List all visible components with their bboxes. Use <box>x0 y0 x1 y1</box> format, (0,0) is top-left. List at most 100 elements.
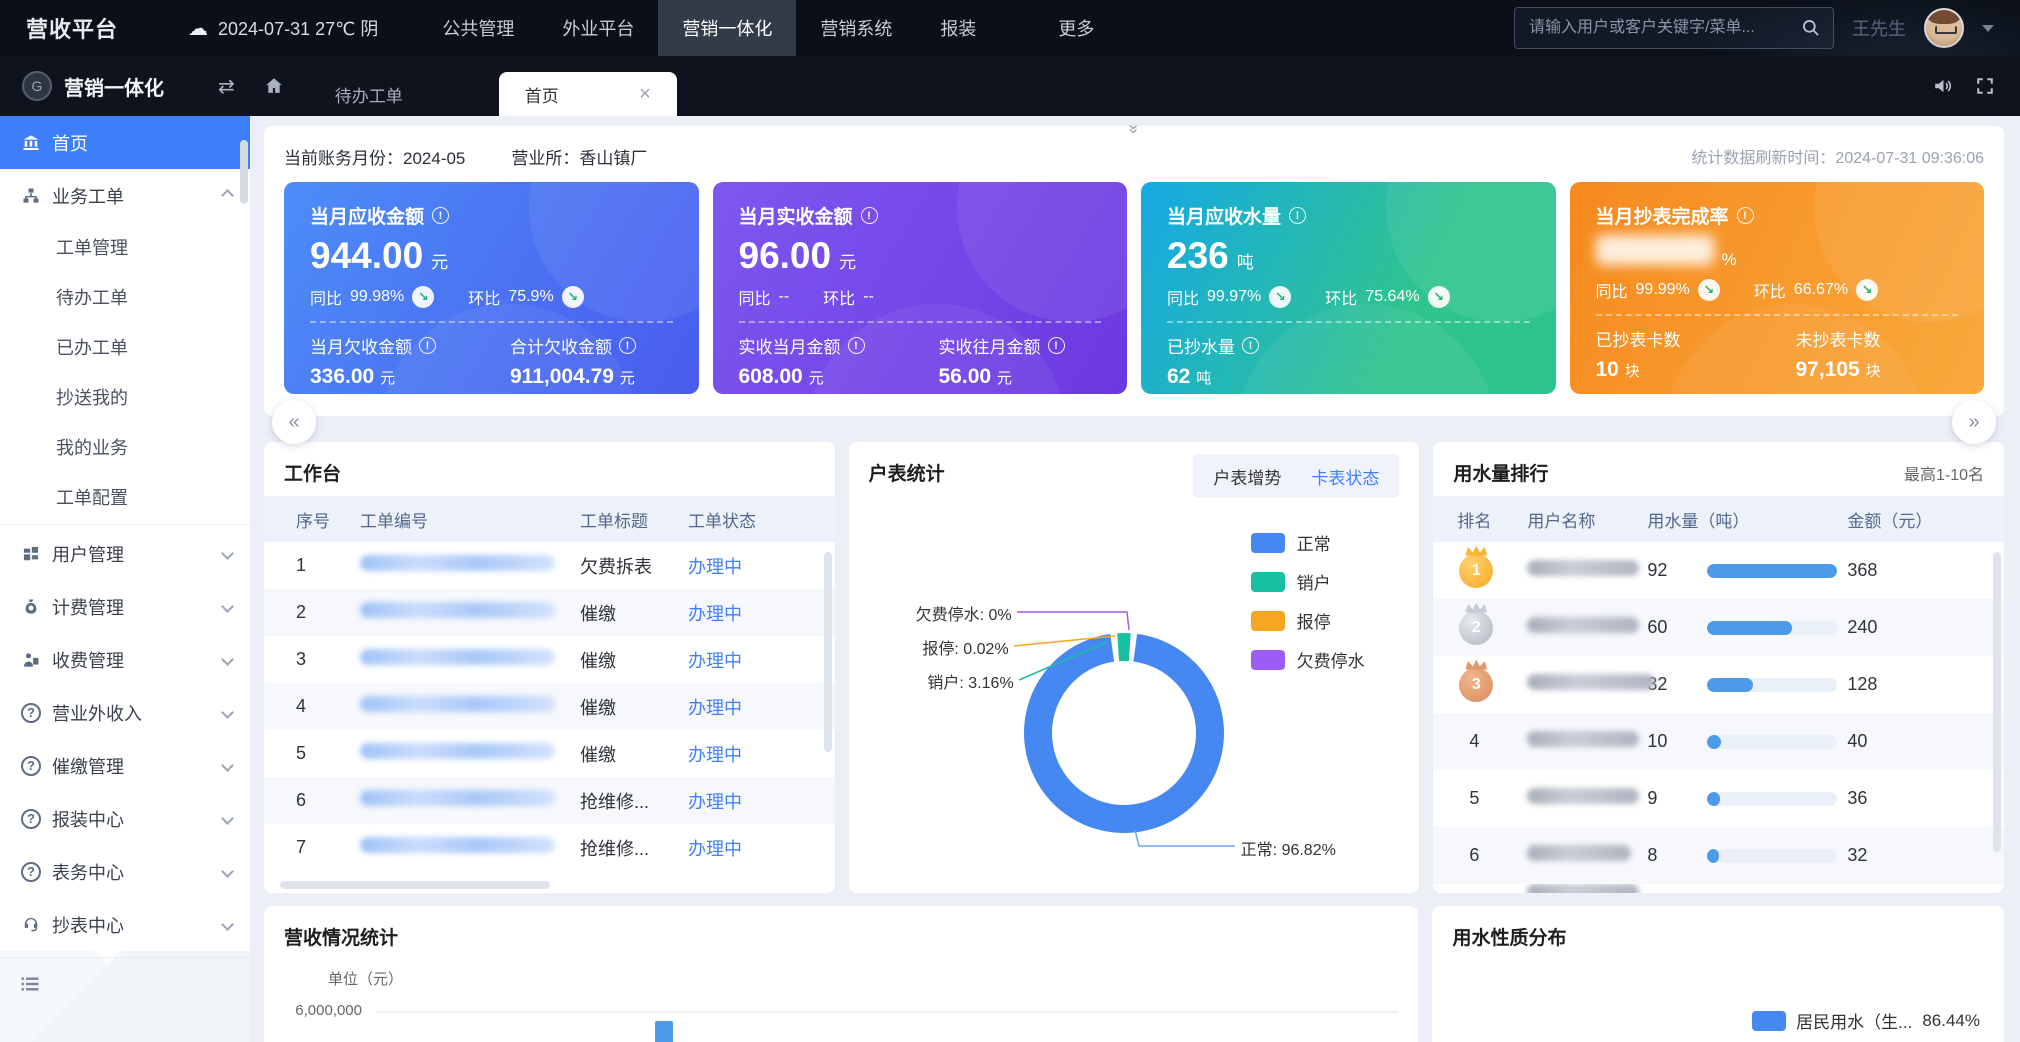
card-unit: 吨 <box>1237 248 1254 273</box>
tab-home[interactable]: 首页 × <box>499 72 677 116</box>
info-icon[interactable]: ! <box>432 207 449 224</box>
username[interactable]: 王先生 <box>1852 15 1906 41</box>
table-row[interactable]: 6抢维修...办理中 <box>264 777 835 824</box>
sidebar-subitem-my-business[interactable]: 我的业务 <box>0 422 250 472</box>
speaker-icon[interactable] <box>1932 75 1954 97</box>
menu-list-icon[interactable] <box>18 972 42 996</box>
substat-unit: 元 <box>997 370 1012 387</box>
tab-todo-workorder[interactable]: 待办工单 <box>309 72 429 116</box>
cards-next-button[interactable]: » <box>1952 400 1996 444</box>
nav-item-more[interactable]: 更多 <box>1034 0 1118 56</box>
sidebar-subitem-done-workorder[interactable]: 已办工单 <box>0 322 250 372</box>
card-substat: 已抄表卡数 10 块 <box>1596 326 1796 382</box>
sidebar-item-installation-center[interactable]: ? 报装中心 <box>0 792 250 845</box>
nav-item-public-mgmt[interactable]: 公共管理 <box>418 0 538 56</box>
sidebar-subitem-cc-to-me[interactable]: 抄送我的 <box>0 372 250 422</box>
table-row[interactable]: 3催缴办理中 <box>264 636 835 683</box>
close-tab-icon[interactable]: × <box>639 83 651 106</box>
card-value: 96.00 <box>739 235 832 277</box>
user-menu-caret-icon[interactable] <box>1982 25 1994 32</box>
sidebar-scrollbar-thumb[interactable] <box>240 140 248 204</box>
ranking-row[interactable]: 6 8 32 <box>1433 827 2004 884</box>
rank-number: 6 <box>1457 845 1491 866</box>
info-icon[interactable]: ! <box>1289 207 1306 224</box>
sidebar-subitem-workorder-mgmt[interactable]: 工单管理 <box>0 222 250 272</box>
global-search[interactable] <box>1514 7 1834 49</box>
sidebar-item-user-mgmt[interactable]: 用户管理 <box>0 527 250 580</box>
legend-item[interactable]: 正常 <box>1251 530 1365 555</box>
sidebar-item-meter-center[interactable]: ? 表务中心 <box>0 845 250 898</box>
collapse-panel-icon[interactable]: » <box>1129 122 1138 136</box>
legend-item[interactable]: 欠费停水 <box>1251 647 1365 672</box>
sidebar-subitem-todo-workorder[interactable]: 待办工单 <box>0 272 250 322</box>
swap-arrows-icon[interactable]: ⇄ <box>218 74 235 99</box>
ranking-row[interactable]: 5 9 36 <box>1433 770 2004 827</box>
search-icon[interactable] <box>1801 18 1821 38</box>
sidebar-item-nonoperating-income[interactable]: ? 营业外收入 <box>0 686 250 739</box>
refresh-time-label: 统计数据刷新时间： <box>1691 150 1835 167</box>
user-avatar[interactable] <box>1924 8 1964 48</box>
card-receivable-amount: 当月应收金额! 944.00元 同比99.98%↘ 环比75.9%↘ 当月欠收金… <box>284 182 699 394</box>
substat-label: 未抄表卡数 <box>1796 326 1881 351</box>
status-link[interactable]: 办理中 <box>688 741 835 767</box>
status-link[interactable]: 办理中 <box>688 835 835 861</box>
trend-down-icon: ↘ <box>1698 279 1720 301</box>
ranking-row[interactable]: 1 92 368 <box>1433 542 2004 599</box>
table-row[interactable]: 4催缴办理中 <box>264 683 835 730</box>
ranking-row[interactable]: 4 10 40 <box>1433 713 2004 770</box>
sidebar-item-home[interactable]: 首页 <box>0 116 250 169</box>
info-icon[interactable]: ! <box>848 337 865 354</box>
status-link[interactable]: 办理中 <box>688 694 835 720</box>
info-icon[interactable]: ! <box>1242 337 1259 354</box>
info-icon[interactable]: ! <box>861 207 878 224</box>
status-link[interactable]: 办理中 <box>688 788 835 814</box>
legend-swatch <box>1251 572 1285 592</box>
sidebar-item-label: 业务工单 <box>52 183 124 209</box>
sidebar-subitem-workorder-config[interactable]: 工单配置 <box>0 472 250 522</box>
vertical-scrollbar-thumb[interactable] <box>1993 552 2001 852</box>
status-link[interactable]: 办理中 <box>688 553 835 579</box>
headset-icon <box>20 914 42 936</box>
legend-label: 居民用水（生... <box>1796 1008 1912 1033</box>
substat-unit: 元 <box>620 370 635 387</box>
sidebar-item-meter-reading-center[interactable]: 抄表中心 <box>0 898 250 951</box>
horizontal-scrollbar-thumb[interactable] <box>280 881 550 889</box>
sidebar-item-business-workorder[interactable]: 业务工单 <box>0 169 250 222</box>
ranking-row[interactable]: 2 60 240 <box>1433 599 2004 656</box>
table-row[interactable]: 7抢维修...办理中 <box>264 824 835 871</box>
search-input[interactable] <box>1527 18 1801 38</box>
sidebar-item-fee-mgmt[interactable]: 收费管理 <box>0 633 250 686</box>
account-info-row: 当前账务月份：2024-05 营业所：香山镇厂 统计数据刷新时间：2024-07… <box>284 138 1984 174</box>
yoy-label: 同比 <box>739 285 771 309</box>
nav-item-marketing-system[interactable]: 营销系统 <box>796 0 916 56</box>
middle-row: 工作台 序号 工单编号 工单标题 工单状态 1欠费拆表办理中 2催缴办理中 3催… <box>264 442 2004 893</box>
usage-value: 9 <box>1647 788 1707 809</box>
legend-item[interactable]: 销户 <box>1251 569 1365 594</box>
table-row[interactable]: 1欠费拆表办理中 <box>264 542 835 589</box>
nav-item-installation[interactable]: 报装 <box>916 0 1000 56</box>
status-link[interactable]: 办理中 <box>688 647 835 673</box>
fullscreen-icon[interactable] <box>1974 75 1996 97</box>
yoy-value: 99.97% <box>1207 288 1261 306</box>
ranking-row[interactable]: 3 32 128 <box>1433 656 2004 713</box>
cards-prev-button[interactable]: « <box>272 400 316 444</box>
info-icon[interactable]: ! <box>419 337 436 354</box>
home-icon[interactable] <box>263 75 285 97</box>
revenue-stats-title: 营收情况统计 <box>264 906 1418 960</box>
info-icon[interactable]: ! <box>1737 207 1754 224</box>
table-row[interactable]: 2催缴办理中 <box>264 589 835 636</box>
nav-item-field-platform[interactable]: 外业平台 <box>538 0 658 56</box>
sidebar-item-billing-mgmt[interactable]: 计费管理 <box>0 580 250 633</box>
nav-item-marketing-integration[interactable]: 营销一体化 <box>658 0 796 56</box>
table-row[interactable]: 5催缴办理中 <box>264 730 835 777</box>
usage-bar <box>1707 564 1837 578</box>
info-icon[interactable]: ! <box>619 337 636 354</box>
sidebar-item-collection-mgmt[interactable]: ? 催缴管理 <box>0 739 250 792</box>
legend-item[interactable]: 报停 <box>1251 608 1365 633</box>
status-link[interactable]: 办理中 <box>688 600 835 626</box>
ranking-row[interactable] <box>1433 884 2004 893</box>
vertical-scrollbar-thumb[interactable] <box>824 552 832 752</box>
info-icon[interactable]: ! <box>1048 337 1065 354</box>
substat-value: 336.00 <box>310 365 374 388</box>
legend-item[interactable]: 居民用水（生... 86.44% <box>1752 1008 1980 1033</box>
